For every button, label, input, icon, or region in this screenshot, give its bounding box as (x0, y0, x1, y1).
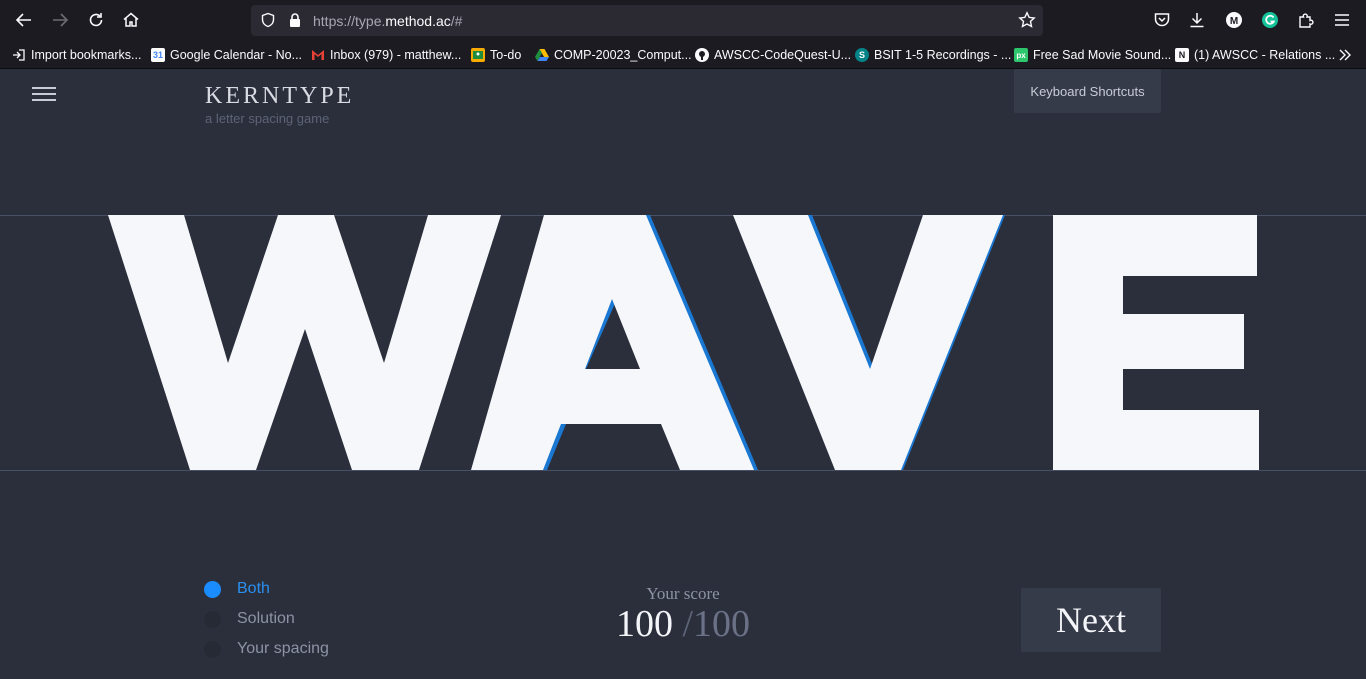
bookmark-notion[interactable]: N (1) AWSCC - Relations ... (1175, 46, 1335, 64)
bookmark-label: Import bookmarks... (31, 48, 142, 62)
letter-a[interactable] (471, 215, 754, 470)
bookmark-drive[interactable]: COMP-20023_Comput... (535, 46, 692, 64)
letter-v[interactable] (733, 215, 1003, 470)
star-icon[interactable] (1018, 11, 1036, 29)
bookmark-gmail[interactable]: Inbox (979) - matthew... (311, 46, 461, 64)
gmail-icon (311, 48, 325, 62)
max-score: 100 (693, 603, 751, 645)
account-avatar-icon: M (1226, 12, 1242, 28)
bookmark-label: Free Sad Movie Sound... (1033, 48, 1172, 62)
view-your-spacing-radio[interactable]: Your spacing (204, 634, 329, 664)
home-button[interactable] (119, 8, 143, 32)
browser-toolbar: https://type.method.ac/# M (0, 0, 1366, 40)
bookmark-label: Google Calendar - No... (170, 48, 303, 62)
bookmarks-overflow-button[interactable] (1338, 46, 1352, 64)
radio-label: Your spacing (237, 640, 329, 657)
reload-icon (89, 13, 103, 27)
user-score: 100 (615, 603, 673, 645)
word-stage (108, 215, 1259, 470)
import-icon (12, 48, 26, 62)
score-label: Your score (646, 584, 720, 603)
tagline: a letter spacing game (205, 111, 330, 126)
chevron-double-right-icon (1339, 49, 1351, 61)
puzzle-icon (1299, 13, 1314, 28)
radio-label: Both (237, 580, 270, 597)
keyboard-shortcuts-button[interactable]: Keyboard Shortcuts (1014, 69, 1161, 113)
notion-icon: N (1175, 48, 1189, 62)
pocket-icon (1154, 13, 1170, 27)
view-both-radio[interactable]: Both (204, 574, 329, 604)
shield-icon (261, 12, 275, 28)
grammarly-button[interactable] (1258, 8, 1282, 32)
view-mode-radio-group: Both Solution Your spacing (204, 574, 329, 664)
radio-label: Solution (237, 610, 295, 627)
classroom-icon (471, 48, 485, 62)
reload-button[interactable] (84, 8, 108, 32)
url-domain: method.ac (385, 13, 451, 29)
arrow-right-icon (53, 13, 69, 27)
pocket-button[interactable] (1150, 8, 1174, 32)
back-button[interactable] (12, 8, 36, 32)
downloads-button[interactable] (1185, 8, 1209, 32)
drive-icon (535, 48, 549, 62)
radio-dot (204, 610, 221, 628)
keyboard-shortcuts-label: Keyboard Shortcuts (1030, 83, 1145, 99)
bookmark-label: BSIT 1-5 Recordings - ... (874, 48, 1012, 62)
bookmark-label: AWSCC-CodeQuest-U... (714, 48, 852, 62)
kerntype-page: KERNTYPE a letter spacing game Keyboard … (0, 69, 1366, 679)
menu-icon (1335, 14, 1349, 26)
score-value: 100 /100 (583, 604, 783, 644)
letter-e[interactable] (1053, 215, 1259, 470)
bookmark-github[interactable]: AWSCC-CodeQuest-U... (695, 46, 851, 64)
hamburger-menu-icon[interactable] (32, 87, 56, 101)
lock-icon (290, 13, 300, 27)
url-text: https://type.method.ac/# (313, 13, 462, 29)
bookmark-sharepoint[interactable]: S BSIT 1-5 Recordings - ... (855, 46, 1011, 64)
github-icon (695, 48, 709, 62)
sharepoint-icon: S (855, 48, 869, 62)
extensions-button[interactable] (1294, 8, 1318, 32)
logo: KERNTYPE (205, 83, 355, 109)
bookmark-label: COMP-20023_Comput... (554, 48, 692, 62)
bookmark-label: (1) AWSCC - Relations ... (1194, 48, 1336, 62)
calendar-icon: 31 (151, 48, 165, 62)
bookmark-label: To-do (490, 48, 522, 62)
bookmarks-bar: Import bookmarks... 31 Google Calendar -… (0, 40, 1366, 69)
menu-line (32, 87, 56, 89)
arrow-left-icon (15, 13, 31, 27)
letter-w[interactable] (108, 215, 501, 470)
bookmark-todo[interactable]: To-do (471, 46, 521, 64)
next-button-label: Next (1056, 600, 1126, 640)
home-icon (123, 12, 139, 27)
bookmark-pixabay[interactable]: px Free Sad Movie Sound... (1014, 46, 1171, 64)
download-icon (1190, 13, 1204, 28)
forward-button[interactable] (48, 8, 72, 32)
url-suffix: /# (450, 13, 463, 29)
bookmark-import[interactable]: Import bookmarks... (12, 46, 141, 64)
account-button[interactable]: M (1222, 8, 1246, 32)
bookmark-label: Inbox (979) - matthew... (330, 48, 462, 62)
grammarly-icon (1262, 12, 1278, 28)
bookmark-calendar[interactable]: 31 Google Calendar - No... (151, 46, 302, 64)
menu-line (32, 93, 56, 95)
pixabay-icon: px (1014, 48, 1028, 62)
next-button[interactable]: Next (1021, 588, 1161, 652)
user-letters (108, 215, 1259, 470)
url-prefix: https://type. (313, 13, 386, 29)
menu-button[interactable] (1330, 8, 1354, 32)
menu-line (32, 99, 56, 101)
radio-dot (204, 640, 221, 658)
view-solution-radio[interactable]: Solution (204, 604, 329, 634)
radio-dot (204, 580, 221, 598)
svg-text:M: M (1230, 16, 1238, 27)
score-separator: / (682, 603, 694, 645)
score-display: Your score 100 /100 (583, 584, 783, 644)
address-bar[interactable]: https://type.method.ac/# (251, 5, 1043, 36)
